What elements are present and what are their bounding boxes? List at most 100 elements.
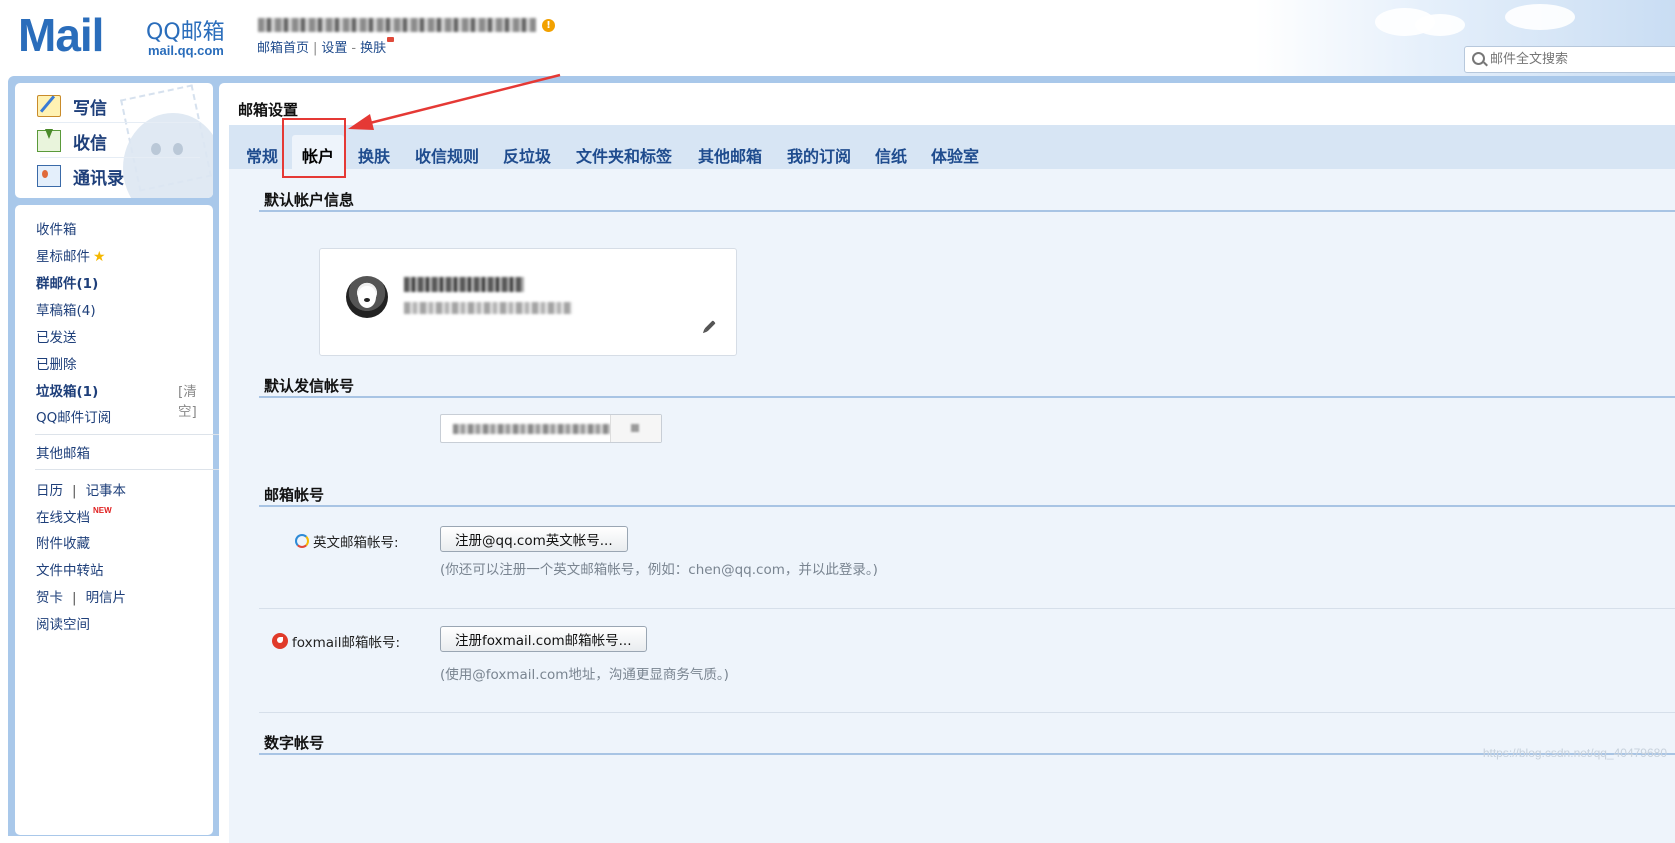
- link-separator: -: [351, 41, 357, 56]
- section-divider: [259, 396, 1675, 398]
- online-docs-label: 在线文档: [36, 510, 90, 526]
- pipe-separator: |: [72, 590, 77, 606]
- tab-stationery[interactable]: 信纸: [875, 143, 907, 167]
- account-email-blurred: [404, 302, 572, 314]
- reading-space-link[interactable]: 阅读空间: [36, 613, 90, 633]
- inbox-icon: [37, 129, 61, 152]
- default-sender-select[interactable]: [440, 414, 662, 443]
- tab-anti-spam[interactable]: 反垃圾: [503, 143, 551, 167]
- divider: [40, 157, 200, 158]
- top-links: 邮箱首页 | 设置 - 换肤: [257, 37, 395, 56]
- search-box[interactable]: [1464, 46, 1675, 73]
- english-account-label-text: 英文邮箱帐号:: [313, 535, 399, 551]
- watermark: https://blog.csdn.net/qq_40479680: [1482, 746, 1667, 760]
- section-default-sender: 默认发信帐号: [264, 377, 355, 395]
- foxmail-icon: [272, 633, 288, 649]
- annotation-arrow-icon: [348, 73, 561, 130]
- folder-starred-label: 星标邮件: [36, 249, 90, 265]
- qq-icon: [295, 534, 309, 548]
- postcard-link[interactable]: 明信片: [86, 590, 127, 606]
- skin-badge-icon: [387, 37, 395, 42]
- pipe-separator: |: [72, 483, 77, 499]
- foxmail-account-hint: (使用@foxmail.com地址，沟通更显商务气质。): [440, 667, 729, 683]
- warning-icon[interactable]: !: [542, 19, 555, 32]
- register-foxmail-account-button[interactable]: 注册foxmail.com邮箱帐号...: [440, 626, 647, 652]
- notepad-link[interactable]: 记事本: [86, 483, 127, 499]
- logo-text: Mail: [18, 9, 104, 61]
- folder-panel: 收件箱 星标邮件 ★ 群邮件(1) 草稿箱(4) 已发送 已删除 垃圾箱(1) […: [15, 205, 220, 835]
- settings-main: 邮箱设置 常规 帐户 换肤 收信规则 反垃圾 文件夹和标签 其他邮箱 我的订阅 …: [219, 83, 1675, 843]
- folder-drafts[interactable]: 草稿箱(4): [36, 299, 96, 319]
- compose-contacts-label: 通讯录: [73, 168, 124, 189]
- tab-folders-labels[interactable]: 文件夹和标签: [576, 143, 672, 167]
- account-tab-highlight-box: [282, 118, 346, 178]
- row-divider: [259, 608, 1675, 609]
- english-account-label: 英文邮箱帐号:: [295, 531, 399, 551]
- settings-link[interactable]: 设置: [321, 41, 347, 56]
- section-mailbox-account: 邮箱帐号: [264, 486, 325, 504]
- folder-sent[interactable]: 已发送: [36, 326, 77, 346]
- compose-panel: 写信 收信 通讯录: [15, 83, 213, 198]
- penguin-eye: [151, 143, 161, 155]
- folder-starred[interactable]: 星标邮件 ★: [36, 245, 106, 265]
- penguin-eye: [173, 143, 183, 155]
- write-icon: [37, 95, 61, 117]
- row-divider: [259, 712, 1675, 713]
- tab-subscriptions[interactable]: 我的订阅: [787, 143, 851, 167]
- compose-contacts-button[interactable]: 通讯录: [37, 161, 124, 191]
- folder-qq-subscribe[interactable]: QQ邮件订阅: [36, 406, 111, 426]
- skin-link[interactable]: 换肤: [360, 41, 386, 56]
- sender-value-blurred: [453, 424, 611, 434]
- card-postcard-row: 贺卡 | 明信片: [36, 586, 126, 606]
- header: Mail QQ邮箱 mail.qq.com ! 邮箱首页 | 设置 - 换肤: [0, 0, 1675, 82]
- section-divider: [259, 753, 1675, 755]
- user-account-blurred: [258, 18, 536, 32]
- search-input[interactable]: [1490, 49, 1675, 69]
- tab-lab[interactable]: 体验室: [931, 143, 979, 167]
- compose-receive-button[interactable]: 收信: [37, 126, 107, 156]
- section-divider: [259, 505, 1675, 507]
- tab-receive-rules[interactable]: 收信规则: [415, 143, 479, 167]
- section-divider: [259, 210, 1675, 212]
- foxmail-account-label: foxmail邮箱帐号:: [272, 631, 400, 651]
- tab-skin[interactable]: 换肤: [358, 143, 390, 167]
- section-default-account: 默认帐户信息: [264, 191, 355, 209]
- calendar-link[interactable]: 日历: [36, 483, 63, 499]
- calendar-notepad-row: 日历 | 记事本: [36, 479, 126, 499]
- spam-clear-link[interactable]: [清空]: [178, 380, 213, 420]
- divider: [35, 434, 220, 435]
- contacts-icon: [37, 165, 61, 187]
- folder-deleted[interactable]: 已删除: [36, 353, 77, 373]
- file-transfer-link[interactable]: 文件中转站: [36, 559, 104, 579]
- page-title: 邮箱设置: [238, 101, 299, 119]
- star-icon: ★: [93, 249, 106, 265]
- link-separator: |: [313, 41, 318, 56]
- register-english-account-button[interactable]: 注册@qq.com英文帐号...: [440, 526, 628, 552]
- search-icon: [1472, 52, 1485, 65]
- foxmail-account-label-text: foxmail邮箱帐号:: [292, 635, 401, 651]
- account-card: [319, 248, 737, 356]
- online-docs-link[interactable]: 在线文档 NEW: [36, 506, 112, 526]
- section-digital-account: 数字帐号: [264, 734, 325, 752]
- tab-general[interactable]: 常规: [246, 143, 278, 167]
- divider: [35, 469, 220, 470]
- greeting-card-link[interactable]: 贺卡: [36, 590, 63, 606]
- avatar[interactable]: [346, 276, 388, 318]
- folder-spam[interactable]: 垃圾箱(1): [36, 380, 98, 400]
- dropdown-arrow-icon: [610, 415, 661, 442]
- divider: [40, 122, 200, 123]
- edit-pencil-icon[interactable]: [704, 320, 716, 332]
- cloud-decoration: [1505, 4, 1575, 30]
- new-badge: NEW: [93, 506, 112, 515]
- compose-write-button[interactable]: 写信: [37, 91, 107, 121]
- home-link[interactable]: 邮箱首页: [257, 41, 309, 56]
- folder-other-mailbox[interactable]: 其他邮箱: [36, 442, 90, 462]
- folder-inbox[interactable]: 收件箱: [36, 218, 77, 238]
- logo-url-text: mail.qq.com: [148, 43, 224, 58]
- tab-other-mailbox[interactable]: 其他邮箱: [698, 143, 762, 167]
- compose-receive-label: 收信: [73, 133, 107, 154]
- compose-write-label: 写信: [73, 98, 107, 119]
- folder-group[interactable]: 群邮件(1): [36, 272, 98, 292]
- attachments-link[interactable]: 附件收藏: [36, 532, 90, 552]
- cloud-decoration: [1415, 14, 1465, 36]
